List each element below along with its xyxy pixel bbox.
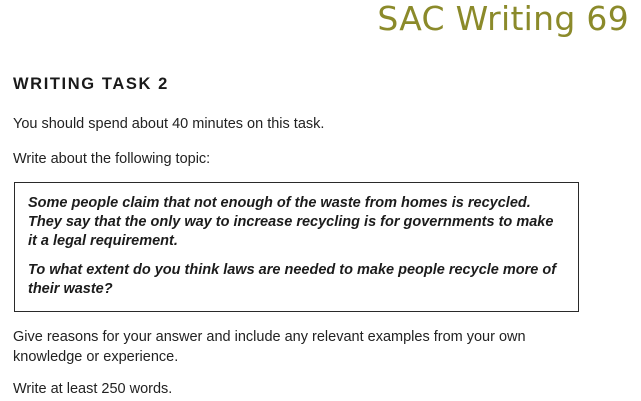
- prompt-question: To what extent do you think laws are nee…: [28, 261, 556, 299]
- reasons-instruction: Give reasons for your answer and include…: [13, 328, 526, 367]
- topic-instruction: Write about the following topic:: [13, 151, 211, 167]
- prompt-question-line: To what extent do you think laws are nee…: [28, 262, 557, 278]
- prompt-box: Some people claim that not enough of the…: [14, 182, 579, 312]
- prompt-question-line: their waste?: [28, 281, 113, 297]
- reasons-line: knowledge or experience.: [13, 348, 179, 365]
- page-title: SAC Writing 69: [377, 0, 629, 38]
- prompt-claim: Some people claim that not enough of the…: [28, 194, 553, 251]
- prompt-claim-line: Some people claim that not enough of the…: [28, 195, 531, 211]
- task-heading: WRITING TASK 2: [13, 75, 169, 93]
- prompt-claim-line: They say that the only way to increase r…: [28, 214, 554, 230]
- word-requirement: Write at least 250 words.: [13, 381, 173, 397]
- reasons-line: Give reasons for your answer and include…: [13, 329, 526, 345]
- prompt-claim-line: it a legal requirement.: [28, 233, 178, 249]
- time-instruction: You should spend about 40 minutes on thi…: [13, 116, 325, 132]
